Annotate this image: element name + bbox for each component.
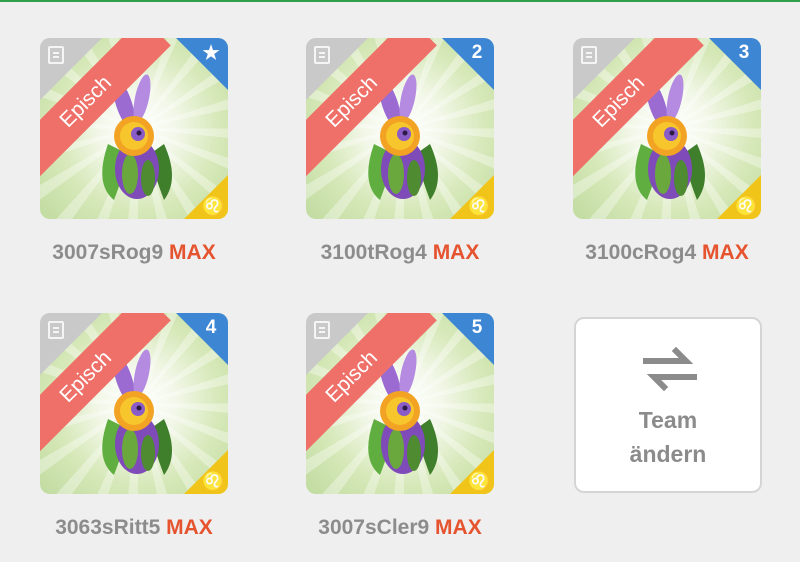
leo-icon: ♌ <box>468 471 491 491</box>
slot-number-badge: 2 <box>471 42 483 63</box>
change-team-label-line1: Team <box>638 407 698 433</box>
star-icon: ★ <box>202 43 220 64</box>
monster-portrait[interactable]: Episch 3 ♌ <box>573 38 761 219</box>
monster-portrait[interactable]: Episch 2 ♌ <box>306 38 494 219</box>
monster-label: 3100cRog4 MAX <box>563 241 771 265</box>
monster-name: 3007sRog9 <box>52 241 164 264</box>
level-max: MAX <box>435 516 482 539</box>
top-divider <box>0 0 800 2</box>
monster-name: 3100tRog4 <box>320 241 427 264</box>
monster-portrait[interactable]: Episch 5 ♌ <box>306 313 494 494</box>
change-team-button[interactable]: Team ändern <box>574 317 762 493</box>
level-max: MAX <box>169 241 216 264</box>
monster-label: 3007sCler9 MAX <box>296 516 504 540</box>
level-max: MAX <box>702 241 749 264</box>
level-max: MAX <box>166 516 213 539</box>
slot-number-badge: 5 <box>471 317 483 338</box>
monster-label: 3100tRog4 MAX <box>296 241 504 265</box>
slot-number-badge: 3 <box>738 42 750 63</box>
notes-icon[interactable] <box>314 46 330 64</box>
notes-icon[interactable] <box>314 321 330 339</box>
leo-icon: ♌ <box>202 471 225 491</box>
notes-icon[interactable] <box>48 46 64 64</box>
monster-name: 3100cRog4 <box>585 241 697 264</box>
leo-icon: ♌ <box>468 196 491 216</box>
change-team-label-line2: ändern <box>629 441 707 467</box>
swap-arrows-icon <box>643 347 697 391</box>
monster-portrait[interactable]: Episch ★ ♌ <box>40 38 228 219</box>
slot-number-badge: 4 <box>205 317 217 338</box>
notes-icon[interactable] <box>581 46 597 64</box>
leo-icon: ♌ <box>735 196 758 216</box>
monster-name: 3007sCler9 <box>318 516 430 539</box>
monster-label: 3063sRitt5 MAX <box>30 516 238 540</box>
leo-icon: ♌ <box>202 196 225 216</box>
monster-name: 3063sRitt5 <box>55 516 161 539</box>
monster-label: 3007sRog9 MAX <box>30 241 238 265</box>
level-max: MAX <box>432 241 480 264</box>
monster-portrait[interactable]: Episch 4 ♌ <box>40 313 228 494</box>
notes-icon[interactable] <box>48 321 64 339</box>
